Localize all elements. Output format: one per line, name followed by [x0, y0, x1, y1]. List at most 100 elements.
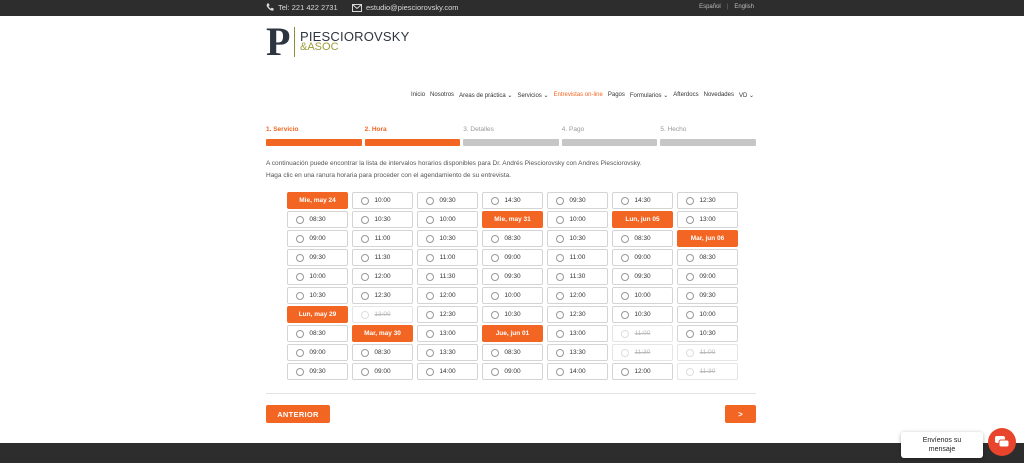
- time-slot[interactable]: 09:30: [612, 268, 673, 285]
- radio-icon[interactable]: [621, 291, 629, 300]
- radio-icon[interactable]: [426, 272, 434, 281]
- time-slot[interactable]: 10:00: [612, 287, 673, 304]
- time-slot[interactable]: 12:30: [352, 287, 413, 304]
- radio-icon[interactable]: [426, 348, 434, 357]
- radio-icon[interactable]: [296, 272, 304, 281]
- next-button[interactable]: >: [725, 405, 756, 423]
- time-slot[interactable]: 12:00: [612, 363, 673, 380]
- radio-icon[interactable]: [491, 272, 499, 281]
- time-slot[interactable]: 08:30: [287, 211, 348, 228]
- radio-icon[interactable]: [686, 329, 694, 338]
- time-slot[interactable]: 12:00: [352, 268, 413, 285]
- time-slot[interactable]: 13:00: [417, 325, 478, 342]
- radio-icon[interactable]: [556, 348, 564, 357]
- radio-icon[interactable]: [686, 310, 694, 319]
- site-logo[interactable]: P PIESCIOROVSKY &ASOC: [266, 22, 410, 62]
- time-slot[interactable]: 12:30: [677, 192, 738, 209]
- chat-prompt[interactable]: Envíenos su mensaje: [901, 432, 983, 458]
- time-slot[interactable]: 11:00: [417, 249, 478, 266]
- radio-icon[interactable]: [296, 215, 304, 224]
- radio-icon[interactable]: [491, 196, 499, 205]
- radio-icon[interactable]: [426, 329, 434, 338]
- time-slot[interactable]: 09:00: [612, 249, 673, 266]
- time-slot[interactable]: 12:30: [417, 306, 478, 323]
- time-slot[interactable]: 09:00: [482, 363, 543, 380]
- time-slot[interactable]: 10:00: [352, 192, 413, 209]
- time-slot[interactable]: 09:00: [287, 344, 348, 361]
- time-slot[interactable]: 09:00: [482, 249, 543, 266]
- radio-icon[interactable]: [621, 272, 629, 281]
- radio-icon[interactable]: [556, 253, 564, 262]
- radio-icon[interactable]: [426, 253, 434, 262]
- time-slot[interactable]: 08:30: [482, 230, 543, 247]
- time-slot[interactable]: 12:00: [547, 287, 608, 304]
- radio-icon[interactable]: [556, 234, 564, 243]
- radio-icon[interactable]: [556, 291, 564, 300]
- radio-icon[interactable]: [296, 348, 304, 357]
- time-slot[interactable]: 10:00: [417, 211, 478, 228]
- radio-icon[interactable]: [361, 215, 369, 224]
- time-slot[interactable]: 12:30: [547, 306, 608, 323]
- radio-icon[interactable]: [556, 272, 564, 281]
- radio-icon[interactable]: [296, 291, 304, 300]
- time-slot[interactable]: 10:00: [482, 287, 543, 304]
- radio-icon[interactable]: [491, 367, 499, 376]
- time-slot[interactable]: 13:00: [547, 325, 608, 342]
- nav-item-2[interactable]: Areas de práctica ⌄: [459, 92, 512, 99]
- time-slot[interactable]: 13:00: [677, 211, 738, 228]
- time-slot[interactable]: 14:30: [612, 192, 673, 209]
- radio-icon[interactable]: [361, 196, 369, 205]
- time-slot[interactable]: 09:00: [287, 230, 348, 247]
- time-slot[interactable]: 09:30: [482, 268, 543, 285]
- nav-item-4[interactable]: Entrevistas on-line: [554, 92, 603, 99]
- radio-icon[interactable]: [296, 253, 304, 262]
- radio-icon[interactable]: [361, 234, 369, 243]
- time-slot[interactable]: 08:30: [287, 325, 348, 342]
- time-slot[interactable]: 10:00: [287, 268, 348, 285]
- radio-icon[interactable]: [296, 234, 304, 243]
- time-slot[interactable]: 14:00: [547, 363, 608, 380]
- radio-icon[interactable]: [686, 196, 694, 205]
- nav-item-0[interactable]: Inicio: [411, 92, 425, 99]
- nav-item-1[interactable]: Nosotros: [430, 92, 454, 99]
- time-slot[interactable]: 08:30: [612, 230, 673, 247]
- time-slot[interactable]: 09:00: [352, 363, 413, 380]
- radio-icon[interactable]: [491, 253, 499, 262]
- radio-icon[interactable]: [686, 215, 694, 224]
- radio-icon[interactable]: [686, 272, 694, 281]
- time-slot[interactable]: 11:00: [352, 230, 413, 247]
- time-slot[interactable]: 11:30: [417, 268, 478, 285]
- radio-icon[interactable]: [296, 329, 304, 338]
- time-slot[interactable]: 10:30: [417, 230, 478, 247]
- phone-contact[interactable]: Tel: 221 422 2731: [266, 3, 338, 12]
- radio-icon[interactable]: [426, 291, 434, 300]
- radio-icon[interactable]: [426, 367, 434, 376]
- time-slot[interactable]: 09:30: [677, 287, 738, 304]
- nav-item-9[interactable]: VD ⌄: [739, 92, 754, 99]
- radio-icon[interactable]: [621, 196, 629, 205]
- time-slot[interactable]: 13:30: [547, 344, 608, 361]
- time-slot[interactable]: 12:00: [417, 287, 478, 304]
- radio-icon[interactable]: [556, 215, 564, 224]
- nav-item-3[interactable]: Servicios ⌄: [517, 92, 548, 99]
- nav-item-6[interactable]: Formularios ⌄: [630, 92, 668, 99]
- previous-button[interactable]: ANTERIOR: [266, 405, 330, 423]
- radio-icon[interactable]: [361, 291, 369, 300]
- radio-icon[interactable]: [426, 310, 434, 319]
- time-slot[interactable]: 08:30: [482, 344, 543, 361]
- time-slot[interactable]: 09:30: [417, 192, 478, 209]
- radio-icon[interactable]: [361, 348, 369, 357]
- radio-icon[interactable]: [426, 196, 434, 205]
- radio-icon[interactable]: [491, 348, 499, 357]
- nav-item-7[interactable]: Afterdocs: [673, 92, 698, 99]
- radio-icon[interactable]: [686, 253, 694, 262]
- radio-icon[interactable]: [361, 272, 369, 281]
- time-slot[interactable]: 11:30: [352, 249, 413, 266]
- radio-icon[interactable]: [686, 291, 694, 300]
- time-slot[interactable]: 10:30: [547, 230, 608, 247]
- radio-icon[interactable]: [361, 367, 369, 376]
- radio-icon[interactable]: [491, 291, 499, 300]
- radio-icon[interactable]: [491, 310, 499, 319]
- time-slot[interactable]: 10:30: [352, 211, 413, 228]
- time-slot[interactable]: 09:30: [547, 192, 608, 209]
